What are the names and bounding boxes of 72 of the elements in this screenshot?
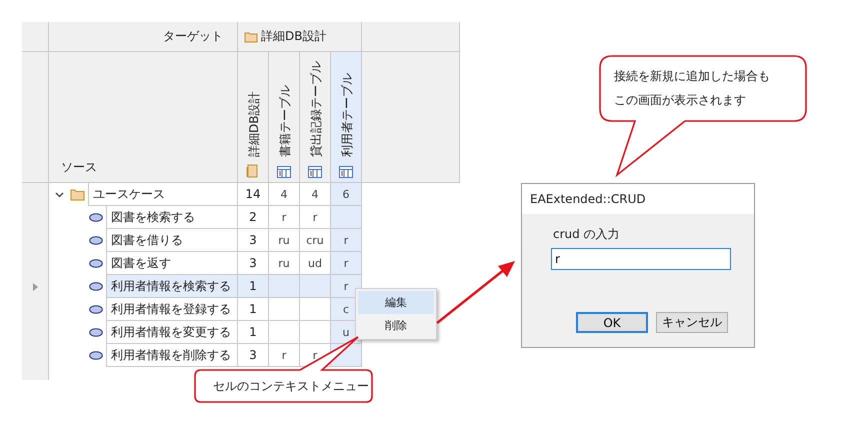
table-icon xyxy=(308,166,322,178)
column-label: 詳細DB設計 xyxy=(246,92,262,157)
tree-item[interactable]: 利用者情報を変更する xyxy=(106,321,238,344)
matrix-cell[interactable]: r xyxy=(331,252,362,275)
matrix-cell[interactable]: 2 xyxy=(238,206,269,229)
column-header[interactable]: 書籍テーブル xyxy=(269,52,300,183)
matrix-cell[interactable] xyxy=(269,321,300,344)
tree-item[interactable]: 利用者情報を削除する xyxy=(106,344,238,367)
matrix-cell[interactable]: r xyxy=(269,344,300,367)
column-header[interactable]: 詳細DB設計 xyxy=(238,52,269,183)
matrix-cell[interactable]: 1 xyxy=(238,321,269,344)
menu-item[interactable]: 編集 xyxy=(358,291,434,314)
ellipse-icon xyxy=(89,305,103,314)
column-label: 利用者テーブル xyxy=(339,73,355,157)
header-cell: ソース xyxy=(49,52,238,183)
tree-item[interactable]: 図書を借りる xyxy=(106,229,238,252)
matrix-cell[interactable] xyxy=(300,275,331,298)
matrix-cell[interactable]: 14 xyxy=(238,183,269,206)
matrix-cell[interactable]: r xyxy=(331,275,362,298)
table-icon xyxy=(339,166,353,178)
dialog-button[interactable]: キャンセル xyxy=(656,312,728,333)
ellipse-icon xyxy=(89,282,103,291)
matrix-cell[interactable]: 6 xyxy=(331,183,362,206)
field-label: crud の入力 xyxy=(553,226,620,243)
folder-icon xyxy=(70,188,85,201)
table-icon xyxy=(277,166,291,178)
matrix-cell[interactable]: r xyxy=(269,206,300,229)
ellipse-icon xyxy=(89,213,103,222)
matrix-cell[interactable]: cru xyxy=(300,229,331,252)
header-cell: ターゲット xyxy=(49,22,238,52)
matrix-cell[interactable]: r xyxy=(300,206,331,229)
input-field[interactable]: r xyxy=(551,248,731,270)
header-cell xyxy=(22,22,49,52)
matrix-cell[interactable]: 1 xyxy=(238,275,269,298)
tree-item[interactable]: 図書を返す xyxy=(106,252,238,275)
matrix-cell[interactable]: ru xyxy=(269,229,300,252)
matrix-cell[interactable]: r xyxy=(331,229,362,252)
matrix-cell[interactable]: 3 xyxy=(238,229,269,252)
matrix-cell[interactable]: 3 xyxy=(238,252,269,275)
matrix-cell[interactable]: 1 xyxy=(238,298,269,321)
column-header[interactable]: 利用者テーブル xyxy=(331,52,362,183)
column-label: 貸出記録テーブル xyxy=(308,61,324,157)
matrix-cell[interactable]: ru xyxy=(269,252,300,275)
row-header[interactable] xyxy=(22,183,49,206)
matrix-cell[interactable]: 4 xyxy=(300,183,331,206)
ellipse-icon xyxy=(89,351,103,360)
matrix-cell[interactable] xyxy=(300,321,331,344)
matrix-cell[interactable] xyxy=(300,298,331,321)
column-label: 書籍テーブル xyxy=(277,85,293,157)
tree-item[interactable]: ユースケース xyxy=(88,183,238,206)
ellipse-icon xyxy=(89,259,103,268)
callout-text: セルのコンテキストメニュー xyxy=(213,378,369,395)
matrix-cell[interactable]: 3 xyxy=(238,344,269,367)
callout-text: 接続を新規に追加した場合も この画面が表示されます xyxy=(614,68,770,109)
matrix-cell[interactable]: 4 xyxy=(269,183,300,206)
dialog-title: EAExtended::CRUD xyxy=(530,192,646,206)
tree-item[interactable]: 利用者情報を検索する xyxy=(106,275,238,298)
ellipse-icon xyxy=(89,236,103,245)
dialog-button[interactable]: OK xyxy=(576,312,648,333)
folder-icon xyxy=(246,164,258,178)
matrix-cell[interactable]: ud xyxy=(300,252,331,275)
matrix-cell[interactable] xyxy=(269,298,300,321)
ellipse-icon xyxy=(89,328,103,337)
matrix-cell[interactable] xyxy=(269,275,300,298)
matrix-cell[interactable] xyxy=(331,206,362,229)
target-package: 詳細DB設計 xyxy=(261,28,326,45)
tree-item[interactable]: 利用者情報を登録する xyxy=(106,298,238,321)
chevron-icon[interactable] xyxy=(55,190,64,199)
folder-icon xyxy=(244,30,258,42)
tree-item[interactable]: 図書を検索する xyxy=(106,206,238,229)
row-pointer-icon xyxy=(32,282,38,290)
column-header[interactable]: 貸出記録テーブル xyxy=(300,52,331,183)
